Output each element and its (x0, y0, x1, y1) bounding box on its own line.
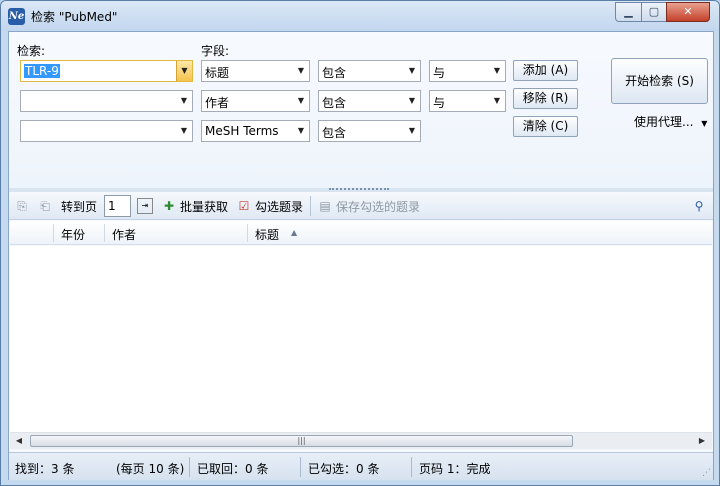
condition-select-1[interactable]: 包含 ▼ (318, 60, 421, 82)
results-grid-body[interactable] (10, 246, 712, 432)
chevron-down-icon: ▼ (297, 96, 305, 105)
horizontal-scrollbar[interactable]: ◀ ||| ▶ (10, 432, 712, 449)
page-number-input[interactable]: 1 (104, 195, 131, 217)
client-area: 检索: 字段: TLR-9 ▼ 标题 ▼ 包含 ▼ 与 ▼ 添加 (A) ▼ 作… (8, 31, 714, 480)
column-header-year[interactable]: 年份 (61, 226, 85, 243)
field-select-1[interactable]: 标题 ▼ (201, 60, 310, 82)
close-button[interactable]: ✕ (666, 2, 710, 22)
checkbox-icon[interactable]: ☑ (236, 198, 252, 214)
chevron-down-icon: ▼ (408, 126, 416, 135)
remove-button[interactable]: 移除 (R) (513, 88, 578, 109)
chevron-down-icon[interactable]: ▼ (176, 91, 192, 111)
field-select-2[interactable]: 作者 ▼ (201, 90, 310, 112)
chevron-down-icon: ▼ (408, 66, 416, 75)
status-page: 页码 1：完成 (419, 462, 491, 476)
search-term-combo-3[interactable]: ▼ (20, 120, 193, 142)
status-checked: 已勾选：0 条 (308, 462, 380, 476)
grip-icon: ||| (297, 436, 306, 445)
minimize-button[interactable]: ▁ (615, 2, 642, 22)
search-window: Ne 检索 "PubMed" ▁ ▢ ✕ 检索: 字段: TLR-9 ▼ 标题 … (0, 0, 720, 486)
check-records-button[interactable]: 勾选题录 (255, 198, 303, 215)
chevron-down-icon: ▼ (493, 66, 501, 75)
add-button[interactable]: 添加 (A) (513, 60, 578, 81)
batch-fetch-button[interactable]: 批量获取 (180, 198, 228, 215)
chevron-down-icon: ▼ (701, 119, 708, 128)
condition-select-1-value: 包含 (322, 66, 347, 80)
splitter-grip (329, 188, 389, 191)
field-select-2-value: 作者 (205, 96, 230, 110)
maximize-icon: ▢ (648, 5, 660, 18)
clear-button[interactable]: 清除 (C) (513, 116, 578, 137)
column-header-author[interactable]: 作者 (112, 226, 136, 243)
chevron-down-icon: ▼ (297, 126, 305, 135)
column-header-title[interactable]: 标题 (255, 226, 279, 243)
sort-ascending-icon: ▲ (291, 228, 298, 237)
query-label: 检索: (17, 44, 46, 58)
results-toolbar: ⎘ ⎗ 转到页 1 ⇥ ✚ 批量获取 ☑ 勾选题录 ▤ 保存勾选的题录 ⚲ (9, 192, 713, 220)
status-divider (189, 457, 190, 477)
goto-page-label: 转到页 (61, 200, 98, 214)
search-term-combo-1[interactable]: TLR-9 ▼ (20, 60, 193, 82)
app-icon: Ne (8, 8, 25, 25)
status-divider (300, 457, 301, 477)
next-page-icon[interactable]: ⎗ (37, 198, 53, 214)
chevron-down-icon: ▼ (297, 66, 305, 75)
status-divider (411, 457, 412, 477)
field-select-1-value: 标题 (205, 66, 230, 80)
scroll-right-icon[interactable]: ▶ (694, 434, 710, 448)
bool-select-2[interactable]: 与 ▼ (429, 90, 506, 112)
bool-select-1-value: 与 (433, 66, 446, 80)
field-select-3[interactable]: MeSH Terms ▼ (201, 120, 310, 142)
window-title: 检索 "PubMed" (31, 10, 118, 24)
maximize-button[interactable]: ▢ (641, 2, 667, 22)
status-per-page: (每页 10 条) (116, 462, 185, 476)
search-panel: 检索: 字段: TLR-9 ▼ 标题 ▼ 包含 ▼ 与 ▼ 添加 (A) ▼ 作… (9, 32, 713, 188)
search-term-combo-2[interactable]: ▼ (20, 90, 193, 112)
status-bar: 找到：3 条 (每页 10 条) 已取回：0 条 已勾选：0 条 页码 1：完成… (9, 452, 713, 480)
goto-page-icon[interactable]: ⇥ (137, 198, 153, 214)
save-checked-button[interactable]: 保存勾选的题录 (336, 198, 420, 215)
field-label: 字段: (201, 44, 230, 58)
start-search-button[interactable]: 开始检索 (S) (611, 58, 708, 104)
save-icon[interactable]: ▤ (317, 198, 333, 214)
toolbar-separator (310, 196, 311, 216)
column-divider (104, 224, 105, 242)
chevron-down-icon: ▼ (493, 96, 501, 105)
condition-select-3-value: 包含 (322, 126, 347, 140)
batch-fetch-icon[interactable]: ✚ (161, 198, 177, 214)
title-bar[interactable]: Ne 检索 "PubMed" ▁ ▢ ✕ (1, 1, 719, 31)
proxy-menu[interactable]: 使用代理... ▼ (634, 113, 707, 130)
field-select-3-value: MeSH Terms (205, 124, 279, 138)
chevron-down-icon[interactable]: ▼ (176, 121, 192, 141)
status-fetched: 已取回：0 条 (197, 462, 269, 476)
search-term-input-1[interactable]: TLR-9 (24, 64, 60, 78)
chevron-down-icon[interactable]: ▼ (176, 61, 192, 81)
results-grid-header: 年份 作者 标题 ▲ (10, 221, 712, 245)
condition-select-2[interactable]: 包含 ▼ (318, 90, 421, 112)
proxy-label: 使用代理... (634, 115, 694, 129)
bool-select-1[interactable]: 与 ▼ (429, 60, 506, 82)
prev-page-icon[interactable]: ⎘ (14, 198, 30, 214)
bool-select-2-value: 与 (433, 96, 446, 110)
close-icon: ✕ (683, 5, 693, 18)
chevron-down-icon: ▼ (408, 96, 416, 105)
condition-select-3[interactable]: 包含 ▼ (318, 120, 421, 142)
status-found: 找到：3 条 (15, 462, 75, 476)
resize-grip-icon[interactable]: ⋰ (702, 468, 711, 478)
scrollbar-thumb[interactable]: ||| (30, 435, 573, 447)
column-divider (53, 224, 54, 242)
condition-select-2-value: 包含 (322, 96, 347, 110)
search-icon[interactable]: ⚲ (691, 198, 707, 214)
minimize-icon: ▁ (624, 5, 633, 18)
column-divider (247, 224, 248, 242)
scroll-left-icon[interactable]: ◀ (11, 434, 27, 448)
